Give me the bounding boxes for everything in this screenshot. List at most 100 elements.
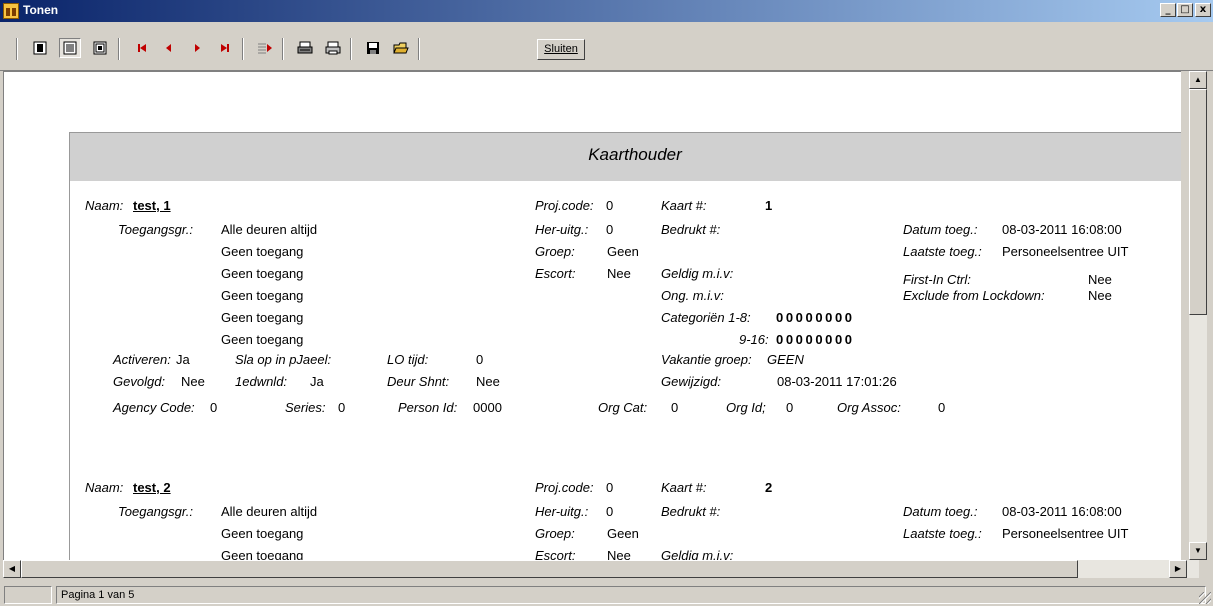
proj-value: 0 bbox=[606, 198, 614, 213]
toolbar-separator bbox=[282, 38, 284, 60]
gewijzigd-value: 08-03-2011 17:01:26 bbox=[777, 374, 897, 389]
escort-value: Nee bbox=[607, 548, 631, 560]
toolbar-separator bbox=[242, 38, 244, 60]
status-bar: Pagina 1 van 5 bbox=[0, 584, 1213, 606]
laatste-label: Laatste toeg.: bbox=[903, 244, 982, 259]
escort-label: Escort: bbox=[535, 266, 576, 281]
close-report-button[interactable]: Sluiten bbox=[537, 39, 585, 60]
toegang-value: Geen toegang bbox=[221, 310, 304, 325]
record-name: test, 2 bbox=[133, 480, 171, 495]
next-page-icon[interactable] bbox=[186, 38, 208, 58]
org-cat-label: Org Cat: bbox=[598, 400, 648, 415]
bedrukt-label: Bedrukt #: bbox=[661, 222, 721, 237]
naam-label: Naam: bbox=[85, 480, 124, 495]
vertical-scrollbar[interactable]: ▲ ▼ bbox=[1181, 71, 1211, 560]
vakantie-label: Vakantie groep: bbox=[661, 352, 752, 367]
gevolgd-value: Nee bbox=[181, 374, 205, 389]
page-indicator: Pagina 1 van 5 bbox=[56, 586, 1206, 604]
toolbar: Sluiten bbox=[0, 22, 1213, 71]
toegang-label: Toegangsgr.: bbox=[118, 504, 193, 519]
org-id-label: Org Id; bbox=[726, 400, 766, 415]
laatste-value: Personeelsentree UIT bbox=[1002, 526, 1129, 541]
horizontal-scrollbar[interactable]: ◀ ▶ bbox=[3, 560, 1199, 578]
toolbar-separator bbox=[118, 38, 120, 60]
scroll-left-icon[interactable]: ◀ bbox=[3, 560, 21, 578]
kaart-value: 2 bbox=[765, 480, 773, 495]
org-assoc-label: Org Assoc: bbox=[837, 400, 901, 415]
close-button[interactable]: x bbox=[1195, 3, 1211, 17]
go-to-page-icon[interactable] bbox=[254, 38, 276, 58]
kaart-label: Kaart #: bbox=[661, 198, 707, 213]
gewijzigd-label: Gewijzigd: bbox=[661, 374, 721, 389]
toegang-value: Geen toegang bbox=[221, 288, 304, 303]
categorien-9-16-value: 00000000 bbox=[776, 332, 855, 347]
escort-value: Nee bbox=[607, 266, 631, 281]
naam-label: Naam: bbox=[85, 198, 124, 213]
app-icon bbox=[3, 3, 19, 19]
groep-value: Geen bbox=[607, 526, 639, 541]
org-assoc-value: 0 bbox=[938, 400, 946, 415]
categorien-9-16-label: 9-16: bbox=[739, 332, 769, 347]
scroll-up-icon[interactable]: ▲ bbox=[1189, 71, 1207, 89]
print-setup-icon[interactable] bbox=[294, 38, 316, 58]
toegang-value: Geen toegang bbox=[221, 266, 304, 281]
person-label: Person Id: bbox=[398, 400, 458, 415]
save-icon[interactable] bbox=[362, 38, 384, 58]
vertical-scroll-thumb[interactable] bbox=[1189, 89, 1207, 315]
report-viewport: Kaarthouder Naam: test, 1 Toegangsgr.: A… bbox=[3, 71, 1181, 560]
proj-value: 0 bbox=[606, 480, 614, 495]
activeren-label: Activeren: bbox=[113, 352, 171, 367]
zoom-icon[interactable] bbox=[89, 38, 111, 58]
series-label: Series: bbox=[285, 400, 326, 415]
escort-label: Escort: bbox=[535, 548, 576, 560]
edwnld-value: Ja bbox=[310, 374, 324, 389]
last-page-icon[interactable] bbox=[214, 38, 236, 58]
first-in-label: First-In Ctrl: bbox=[903, 272, 971, 287]
groep-label: Groep: bbox=[535, 526, 575, 541]
deur-label: Deur Shnt: bbox=[387, 374, 450, 389]
previous-page-icon[interactable] bbox=[158, 38, 180, 58]
open-folder-icon[interactable] bbox=[390, 38, 412, 58]
toegang-value: Geen toegang bbox=[221, 526, 304, 541]
status-panel bbox=[4, 586, 52, 604]
org-cat-value: 0 bbox=[671, 400, 679, 415]
proj-label: Proj.code: bbox=[535, 480, 594, 495]
scroll-down-icon[interactable]: ▼ bbox=[1189, 542, 1207, 560]
person-value: 0000 bbox=[473, 400, 502, 415]
deur-value: Nee bbox=[476, 374, 500, 389]
datum-label: Datum toeg.: bbox=[903, 504, 978, 519]
agency-label: Agency Code: bbox=[113, 400, 195, 415]
exclude-value: Nee bbox=[1088, 288, 1112, 303]
categorien-label: Categoriën 1-8: bbox=[661, 310, 751, 325]
her-label: Her-uitg.: bbox=[535, 504, 589, 519]
minimize-button[interactable]: _ bbox=[1160, 3, 1176, 17]
activeren-value: Ja bbox=[176, 352, 190, 367]
page-width-icon[interactable] bbox=[59, 38, 81, 58]
maximize-button[interactable]: □ bbox=[1177, 3, 1193, 17]
vakantie-value: GEEN bbox=[767, 352, 804, 367]
geldig-label: Geldig m.i.v: bbox=[661, 548, 734, 560]
one-page-icon[interactable] bbox=[29, 38, 51, 58]
printer-icon[interactable] bbox=[322, 38, 344, 58]
resize-grip-icon[interactable] bbox=[1199, 592, 1211, 604]
org-id-value: 0 bbox=[786, 400, 794, 415]
her-value: 0 bbox=[606, 504, 614, 519]
scroll-right-icon[interactable]: ▶ bbox=[1169, 560, 1187, 578]
kaart-value: 1 bbox=[765, 198, 773, 213]
kaart-label: Kaart #: bbox=[661, 480, 707, 495]
ong-label: Ong. m.i.v: bbox=[661, 288, 724, 303]
toolbar-separator bbox=[16, 38, 18, 60]
her-value: 0 bbox=[606, 222, 614, 237]
toegang-value: Geen toegang bbox=[221, 244, 304, 259]
first-page-icon[interactable] bbox=[131, 38, 153, 58]
geldig-label: Geldig m.i.v: bbox=[661, 266, 734, 281]
sla-label: Sla op in pJaeel: bbox=[235, 352, 332, 367]
her-label: Her-uitg.: bbox=[535, 222, 589, 237]
title-bar: Tonen _ □ x bbox=[0, 0, 1213, 22]
series-value: 0 bbox=[338, 400, 346, 415]
report-title: Kaarthouder bbox=[588, 145, 682, 164]
toegang-value: Geen toegang bbox=[221, 548, 304, 560]
horizontal-scroll-thumb[interactable] bbox=[21, 560, 1078, 578]
toegang-value: Alle deuren altijd bbox=[221, 504, 318, 519]
groep-label: Groep: bbox=[535, 244, 575, 259]
